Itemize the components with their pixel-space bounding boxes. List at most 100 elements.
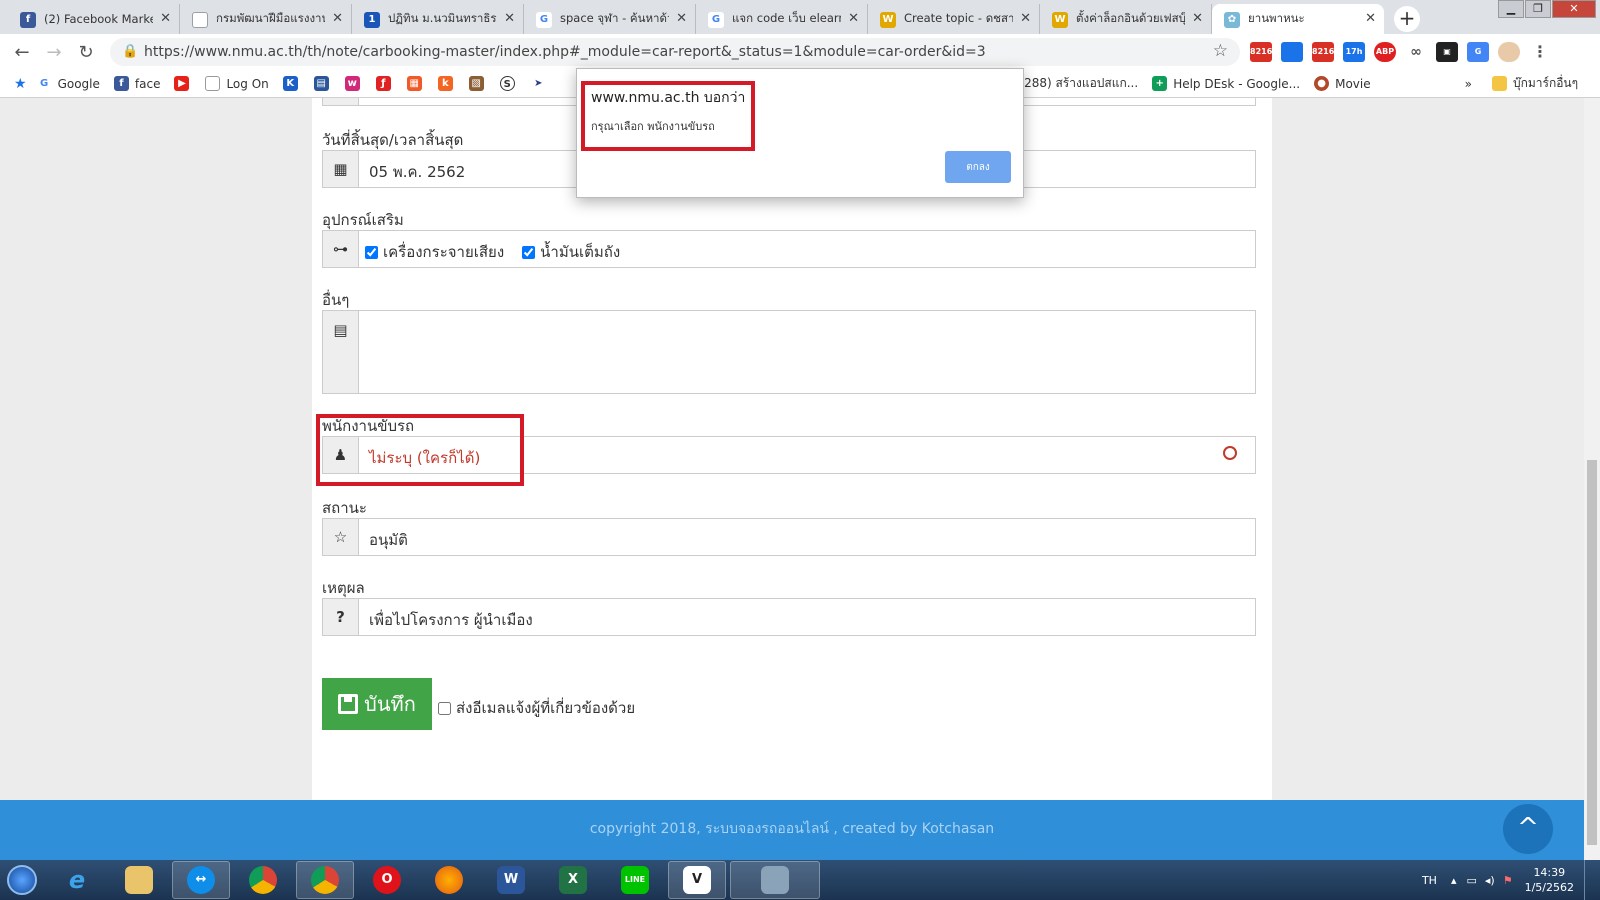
other-textarea[interactable]: ▤ — [322, 310, 1256, 394]
tab-google-search[interactable]: G space จุฬา - ค้นหาด้วย Google ✕ — [524, 4, 696, 34]
notify-email-checkbox[interactable] — [438, 701, 451, 715]
bookmark-flash[interactable]: ƒ — [375, 76, 397, 91]
bookmark-star-icon[interactable]: ★ — [14, 76, 27, 92]
taskbar-word[interactable]: W — [482, 861, 540, 899]
network-tray-icon[interactable]: ▭ — [1466, 874, 1476, 887]
bookmark-star-icon[interactable]: ☆ — [1213, 41, 1228, 61]
infinity-icon[interactable]: ∞ — [1405, 42, 1427, 62]
bookmark-google[interactable]: G Google — [36, 76, 100, 91]
close-tab-icon[interactable]: ✕ — [848, 11, 859, 26]
close-tab-icon[interactable]: ✕ — [504, 11, 515, 26]
address-bar[interactable]: 🔒 https://www.nmu.ac.th/th/note/carbooki… — [110, 38, 1240, 66]
calendar-ext-icon[interactable] — [1281, 42, 1303, 62]
status-label: สถานะ — [322, 499, 367, 517]
bookmark-s[interactable]: S — [499, 76, 521, 91]
tab-dsd[interactable]: กรมพัฒนาฝีมือแรงงาน ✕ — [180, 4, 352, 34]
scrollbar-thumb[interactable] — [1587, 460, 1597, 845]
save-button[interactable]: บันทึก — [322, 678, 432, 730]
bookmark-logon[interactable]: Log On — [205, 76, 269, 91]
taskbar-network[interactable] — [730, 861, 820, 899]
taskbar-chrome-2[interactable] — [296, 861, 354, 899]
reason-field[interactable]: ? เพื่อไปโครงการ ผู้นำเมือง — [322, 598, 1256, 636]
tab-create-topic[interactable]: W Create topic - ดชสาร ✕ — [868, 4, 1040, 34]
taskbar-explorer[interactable] — [110, 861, 168, 899]
tray-arrow-icon[interactable]: ▴ — [1451, 874, 1457, 887]
bookmark-doc[interactable]: ▤ — [313, 76, 335, 91]
volume-icon[interactable]: ◂) — [1485, 874, 1495, 887]
language-indicator[interactable]: TH — [1422, 874, 1437, 887]
more-bookmarks-icon[interactable]: » — [1465, 77, 1472, 91]
bookmark-movie[interactable]: ● Movie — [1314, 76, 1371, 91]
bookmark-box[interactable]: ▧ — [468, 76, 490, 91]
taskbar-firefox[interactable] — [420, 861, 478, 899]
alert-ok-button[interactable]: ตกลง — [945, 151, 1011, 183]
flag-icon[interactable]: ⚑ — [1503, 874, 1513, 887]
restore-icon[interactable]: ❐ — [1525, 0, 1551, 18]
page-icon — [192, 12, 208, 28]
calendar-badge-icon[interactable]: 17h — [1343, 42, 1365, 62]
sheets-icon: + — [1152, 76, 1168, 91]
other-bookmarks[interactable]: บุ๊กมาร์กอื่นๆ — [1491, 74, 1578, 93]
reason-value: เพื่อไปโครงการ ผู้นำเมือง — [369, 611, 533, 629]
close-tab-icon[interactable]: ✕ — [160, 11, 171, 26]
bookmark-2288[interactable]: (2288) สร้างแอปสแก... — [1012, 74, 1138, 93]
back-icon[interactable]: ← — [6, 42, 38, 63]
square-ext-icon[interactable]: ▣ — [1436, 42, 1458, 62]
full-tank-checkbox[interactable] — [522, 245, 536, 259]
start-button[interactable] — [0, 861, 44, 899]
menu-icon[interactable]: ⋮ — [1529, 42, 1551, 62]
bookmark-we[interactable]: w — [344, 76, 366, 91]
close-tab-icon[interactable]: ✕ — [332, 11, 343, 26]
close-tab-icon[interactable]: ✕ — [1020, 11, 1031, 26]
avatar[interactable] — [1498, 42, 1520, 62]
close-tab-icon[interactable]: ✕ — [676, 11, 687, 26]
bookmark-arrow[interactable]: ➤ — [530, 76, 552, 91]
tab-facebook-marketplace[interactable]: f (2) Facebook Marketplace ✕ — [8, 4, 180, 34]
taskbar-opera[interactable]: O — [358, 861, 416, 899]
close-tab-icon[interactable]: ✕ — [1192, 11, 1203, 26]
gmail-badge-icon[interactable]: 8216 — [1312, 42, 1334, 62]
speaker-checkbox[interactable] — [365, 245, 378, 259]
end-datetime-label: วันที่สิ้นสุด/เวลาสิ้นสุด — [322, 131, 464, 149]
status-field[interactable]: ☆ อนุมัติ — [322, 518, 1256, 556]
show-desktop-button[interactable] — [1584, 860, 1596, 900]
tab-elearning[interactable]: G แจก code เว็บ elearning ✕ — [696, 4, 868, 34]
page-icon — [205, 76, 221, 91]
scroll-top-button[interactable]: ^ — [1503, 804, 1553, 854]
bookmark-k2[interactable]: k — [437, 76, 459, 91]
close-tab-icon[interactable]: ✕ — [1365, 11, 1376, 26]
bookmark-label: Movie — [1335, 76, 1371, 91]
taskbar-line[interactable]: LINE — [606, 861, 664, 899]
bookmark-face[interactable]: f face — [113, 76, 160, 91]
reload-icon[interactable]: ↻ — [70, 42, 102, 63]
bookmark-shop[interactable]: ▦ — [406, 76, 428, 91]
adblock-icon[interactable]: ABP — [1374, 42, 1396, 62]
taskbar-chrome[interactable] — [234, 861, 292, 899]
tab-title: แจก code เว็บ elearning — [732, 11, 841, 25]
taskbar-excel[interactable]: X — [544, 861, 602, 899]
new-tab-button[interactable]: + — [1394, 6, 1420, 32]
tab-calendar[interactable]: 1 ปฏิทิน ม.นวมินทราธิราช ✕ — [352, 4, 524, 34]
forward-icon[interactable]: → — [38, 42, 70, 63]
close-window-icon[interactable]: ✕ — [1552, 0, 1596, 18]
box-icon: ▧ — [468, 76, 484, 91]
wsr-icon: W — [1052, 12, 1068, 28]
taskbar-vectr[interactable]: V — [668, 861, 726, 899]
lock-icon: 🔒 — [122, 44, 139, 59]
speaker-label: เครื่องกระจายเสียง — [383, 243, 505, 261]
scrollbar[interactable] — [1584, 98, 1600, 860]
tab-vehicle-active[interactable]: ✿ ยานพาหนะ ✕ — [1212, 4, 1384, 34]
vectr-icon: V — [683, 866, 711, 894]
clock[interactable]: 14:39 1/5/2562 — [1525, 865, 1574, 895]
star-icon: ☆ — [323, 519, 359, 555]
bookmark-label: Help DEsk - Google... — [1173, 76, 1301, 91]
translate-icon[interactable]: G — [1467, 42, 1489, 62]
bookmark-helpdesk[interactable]: + Help DEsk - Google... — [1152, 76, 1300, 91]
minimize-icon[interactable]: ▁ — [1498, 0, 1524, 18]
gmail-badge-icon[interactable]: 8216 — [1250, 42, 1272, 62]
bookmark-youtube[interactable]: ▶ — [174, 76, 195, 91]
bookmark-k[interactable]: K — [282, 76, 304, 91]
tab-facebook-login[interactable]: W ตั้งค่าล็อกอินด้วยเฟสบุ๊ก ✕ — [1040, 4, 1212, 34]
taskbar-teamviewer[interactable]: ↔ — [172, 861, 230, 899]
taskbar-ie[interactable]: e — [48, 861, 106, 899]
